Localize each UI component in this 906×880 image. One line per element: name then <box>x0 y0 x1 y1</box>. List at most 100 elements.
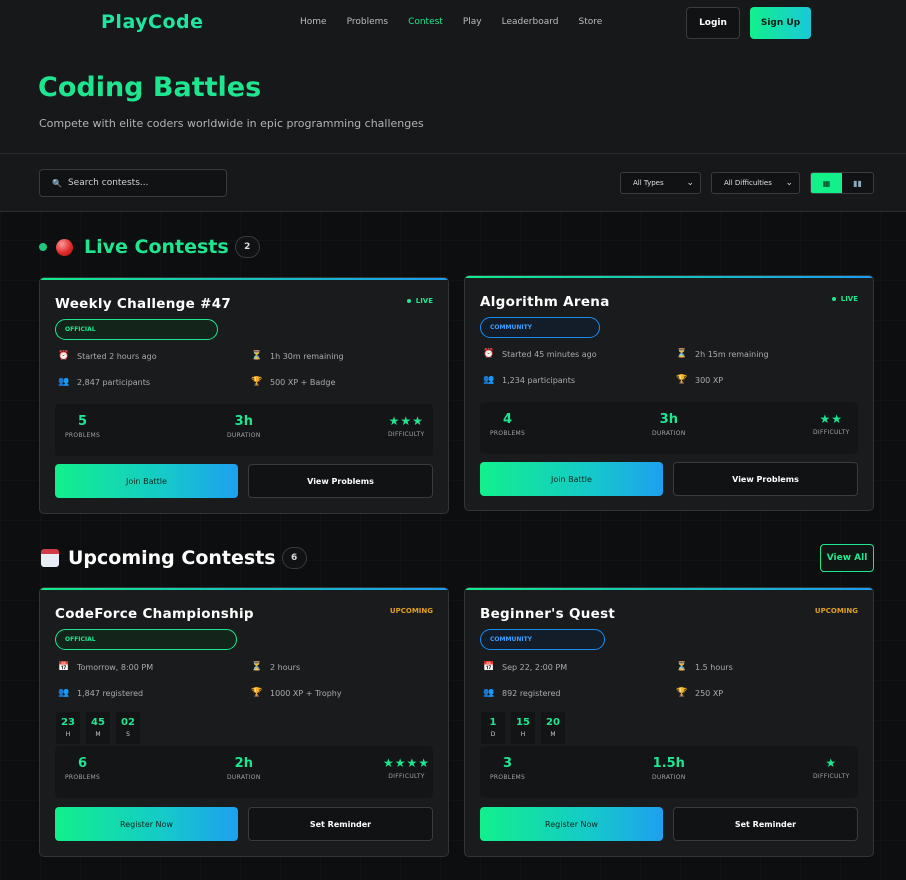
login-button[interactable]: Login <box>686 7 740 39</box>
difficulty-select[interactable]: All Difficulties ⌄ <box>711 172 800 194</box>
meta-participants: 👥 1,234 participants <box>483 375 576 385</box>
navbar: PlayCode Home Problems Contest Play Lead… <box>0 0 906 46</box>
hourglass-icon: ⏳ <box>676 349 688 359</box>
nav-store[interactable]: Store <box>578 17 602 27</box>
meta-reward: 🏆 500 XP + Badge <box>251 377 336 387</box>
type-select-value: All Types <box>633 179 664 187</box>
contest-card: Weekly Challenge #47 LIVE OFFICIAL ⏰ Star… <box>39 277 449 514</box>
meta-participants: 👥 2,847 participants <box>58 377 151 387</box>
stat-difficulty: ★★★★ DIFFICULTY <box>383 756 431 780</box>
status-badge: UPCOMING <box>389 607 433 615</box>
trophy-icon: 🏆 <box>676 375 688 385</box>
countdown: 23 H 45 M 02 S <box>56 712 146 744</box>
nav-leaderboard[interactable]: Leaderboard <box>502 17 559 27</box>
stat-difficulty: ★★★ DIFFICULTY <box>388 414 425 438</box>
hourglass-icon: ⏳ <box>251 351 263 361</box>
view-toggle: ▦ ▮▮ <box>810 172 874 194</box>
nav-problems[interactable]: Problems <box>347 17 388 27</box>
page-subtitle: Compete with elite coders worldwide in e… <box>39 117 424 130</box>
contest-tag: COMMUNITY <box>480 629 605 650</box>
logo[interactable]: PlayCode <box>101 11 204 33</box>
status-badge: UPCOMING <box>814 607 858 615</box>
stat-problems: 5 PROBLEMS <box>65 414 101 439</box>
nav-contest[interactable]: Contest <box>408 17 443 27</box>
meta-date: 📅 Sep 22, 2:00 PM <box>483 662 568 672</box>
stat-duration: 3h DURATION <box>652 412 686 437</box>
live-indicator-dot <box>39 243 47 251</box>
search-placeholder: Search contests... <box>67 178 149 188</box>
header-section: PlayCode Home Problems Contest Play Lead… <box>0 0 906 212</box>
meta-registered: 👥 1,847 registered <box>58 688 144 698</box>
chart-icon[interactable]: ▮▮ <box>842 173 873 193</box>
contest-card: Beginner's Quest UPCOMING COMMUNITY 📅 Sep… <box>464 587 874 857</box>
trophy-icon: 🏆 <box>676 688 688 698</box>
stat-problems: 6 PROBLEMS <box>65 756 101 781</box>
stat-problems: 4 PROBLEMS <box>490 412 526 437</box>
search-icon: 🔍 <box>52 178 62 188</box>
register-now-button[interactable]: Register Now <box>480 807 663 841</box>
nav-links: Home Problems Contest Play Leaderboard S… <box>300 17 622 27</box>
set-reminder-button[interactable]: Set Reminder <box>673 807 858 841</box>
contest-tag: OFFICIAL <box>55 629 237 650</box>
calendar-icon: 📅 <box>58 662 70 672</box>
hourglass-icon: ⏳ <box>251 662 263 672</box>
live-section-header: Live Contests 2 <box>39 236 260 258</box>
stats-panel: 3 PROBLEMS 1.5h DURATION ★ DIFFICULTY <box>480 746 858 798</box>
contest-title: Weekly Challenge #47 <box>55 296 232 312</box>
stat-difficulty: ★★ DIFFICULTY <box>813 412 850 436</box>
people-icon: 👥 <box>58 377 70 387</box>
nav-home[interactable]: Home <box>300 17 327 27</box>
register-now-button[interactable]: Register Now <box>55 807 238 841</box>
countdown-unit: 15 H <box>511 712 535 744</box>
type-select[interactable]: All Types ⌄ <box>620 172 701 194</box>
chevron-down-icon: ⌄ <box>686 178 694 188</box>
stat-difficulty: ★ DIFFICULTY <box>813 756 850 780</box>
upcoming-section-header: Upcoming Contests 6 <box>41 547 307 569</box>
contest-tag: COMMUNITY <box>480 317 600 338</box>
meta-length: ⏳ 2 hours <box>251 662 301 672</box>
meta-registered: 👥 892 registered <box>483 688 561 698</box>
people-icon: 👥 <box>483 375 495 385</box>
stat-problems: 3 PROBLEMS <box>490 756 526 781</box>
meta-remaining: ⏳ 2h 15m remaining <box>676 349 769 359</box>
hourglass-icon: ⏳ <box>676 662 688 672</box>
red-circle-icon <box>56 238 73 256</box>
contest-title: CodeForce Championship <box>55 606 254 622</box>
trophy-icon: 🏆 <box>251 688 263 698</box>
countdown: 1D 15 H 20 M <box>481 712 571 744</box>
grid-icon[interactable]: ▦ <box>811 173 842 193</box>
join-battle-button[interactable]: Join Battle <box>55 464 238 498</box>
contest-tag: OFFICIAL <box>55 319 218 340</box>
signup-button[interactable]: Sign Up <box>750 7 811 39</box>
meta-reward: 🏆 1000 XP + Trophy <box>251 688 342 698</box>
chevron-down-icon: ⌄ <box>785 178 793 188</box>
countdown-unit: 02 S <box>116 712 140 744</box>
stats-panel: 4 PROBLEMS 3h DURATION ★★ DIFFICULTY <box>480 402 858 454</box>
view-problems-button[interactable]: View Problems <box>673 462 858 496</box>
view-problems-button[interactable]: View Problems <box>248 464 433 498</box>
set-reminder-button[interactable]: Set Reminder <box>248 807 433 841</box>
contest-card: Algorithm Arena LIVE COMMUNITY ⏰ Started … <box>464 275 874 511</box>
countdown-unit: 20 M <box>541 712 565 744</box>
meta-length: ⏳ 1.5 hours <box>676 662 733 672</box>
countdown-unit: 1D <box>481 712 505 744</box>
people-icon: 👥 <box>58 688 70 698</box>
alarm-clock-icon: ⏰ <box>58 351 70 361</box>
stats-panel: 6 PROBLEMS 2h DURATION ★★★★ DIFFICULTY <box>55 746 433 798</box>
difficulty-select-value: All Difficulties <box>724 179 772 187</box>
countdown-unit: 45 M <box>86 712 110 744</box>
upcoming-count-badge: 6 <box>281 547 307 569</box>
meta-date: 📅 Tomorrow, 8:00 PM <box>58 662 154 672</box>
countdown-unit: 23 H <box>56 712 80 744</box>
calendar-icon: 📅 <box>483 662 495 672</box>
view-all-button[interactable]: View All <box>820 544 874 572</box>
meta-reward: 🏆 250 XP <box>676 688 724 698</box>
live-section-title: Live Contests <box>84 236 229 258</box>
search-input[interactable]: 🔍 Search contests... <box>39 169 227 197</box>
nav-play[interactable]: Play <box>463 17 482 27</box>
upcoming-section-title: Upcoming Contests <box>68 547 276 569</box>
stat-duration: 1.5h DURATION <box>652 756 686 781</box>
people-icon: 👥 <box>483 688 495 698</box>
join-battle-button[interactable]: Join Battle <box>480 462 663 496</box>
meta-remaining: ⏳ 1h 30m remaining <box>251 351 344 361</box>
